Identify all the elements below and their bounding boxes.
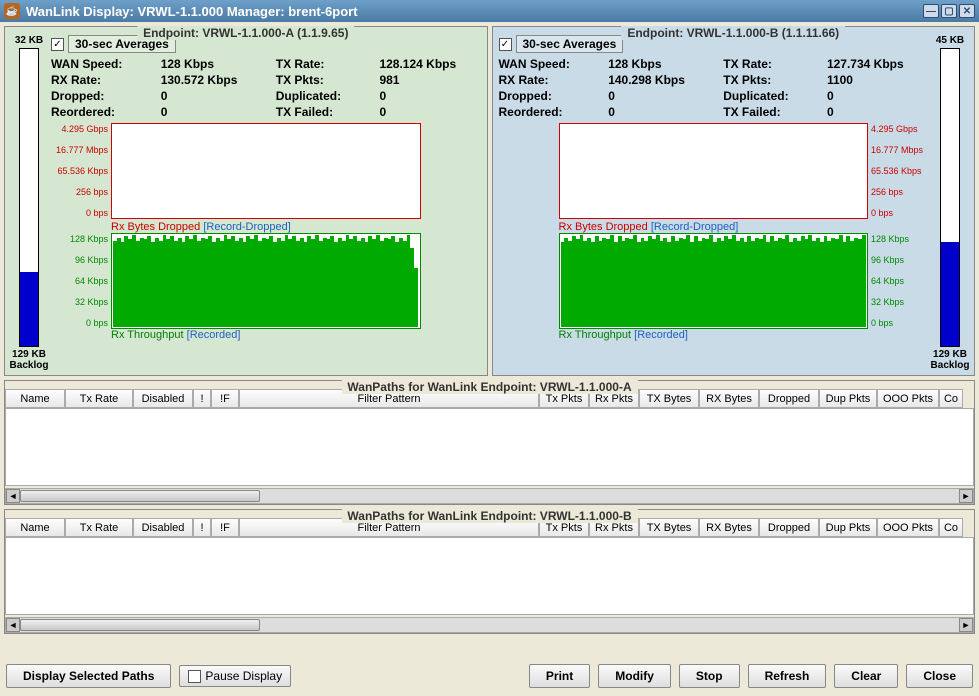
- backlog-column: 45 KB 129 KBBacklog: [932, 35, 968, 371]
- backlog-bar: [940, 48, 960, 347]
- wanpaths-title: WanPaths for WanLink Endpoint: VRWL-1.1.…: [341, 380, 637, 394]
- backlog-top-label: 45 KB: [936, 35, 964, 46]
- col-tx-bytes[interactable]: TX Bytes: [639, 389, 699, 408]
- col-co[interactable]: Co: [939, 389, 963, 408]
- print-button[interactable]: Print: [529, 664, 590, 688]
- avg-checkbox[interactable]: ✓: [51, 38, 64, 51]
- endpoint-title: Endpoint: VRWL-1.1.000-B (1.1.11.66): [621, 26, 845, 40]
- col--f[interactable]: !F: [211, 518, 239, 537]
- close-window-button[interactable]: ✕: [959, 4, 975, 18]
- wanpaths-panel-0: WanPaths for WanLink Endpoint: VRWL-1.1.…: [4, 380, 975, 505]
- col-dropped[interactable]: Dropped: [759, 518, 819, 537]
- close-button[interactable]: Close: [906, 664, 973, 688]
- col-dup-pkts[interactable]: Dup Pkts: [819, 518, 877, 537]
- col-disabled[interactable]: Disabled: [133, 518, 193, 537]
- minimize-button[interactable]: —: [923, 4, 939, 18]
- titlebar: ☕ WanLink Display: VRWL-1.1.000 Manager:…: [0, 0, 979, 22]
- stats-grid: WAN Speed:128 Kbps TX Rate:127.734 Kbps …: [499, 57, 929, 119]
- backlog-top-label: 32 KB: [15, 35, 43, 46]
- drop-caption: Rx Bytes Dropped: [559, 221, 648, 233]
- rx-dropped-chart: 4.295 Gbps16.777 Mbps65.536 Kbps256 bps0…: [559, 123, 869, 219]
- wanpaths-panel-1: WanPaths for WanLink Endpoint: VRWL-1.1.…: [4, 509, 975, 634]
- drop-record-link[interactable]: [Record-Dropped]: [203, 221, 290, 233]
- backlog-bottom-label: 129 KBBacklog: [10, 349, 49, 371]
- col-rx-bytes[interactable]: RX Bytes: [699, 389, 759, 408]
- display-selected-paths-button[interactable]: Display Selected Paths: [6, 664, 171, 688]
- refresh-button[interactable]: Refresh: [748, 664, 827, 688]
- col-name[interactable]: Name: [5, 518, 65, 537]
- col-tx-rate[interactable]: Tx Rate: [65, 518, 133, 537]
- table-body: [5, 538, 974, 615]
- endpoint-main: ✓ 30-sec Averages WAN Speed:128 Kbps TX …: [51, 35, 481, 371]
- col-tx-rate[interactable]: Tx Rate: [65, 389, 133, 408]
- col-tx-bytes[interactable]: TX Bytes: [639, 518, 699, 537]
- horizontal-scrollbar[interactable]: ◄►: [5, 488, 974, 504]
- horizontal-scrollbar[interactable]: ◄►: [5, 617, 974, 633]
- backlog-bottom-label: 129 KBBacklog: [931, 349, 970, 371]
- checkbox-icon: [188, 670, 201, 683]
- backlog-column: 32 KB 129 KBBacklog: [11, 35, 47, 371]
- wanpaths-title: WanPaths for WanLink Endpoint: VRWL-1.1.…: [341, 509, 637, 523]
- drop-record-link[interactable]: [Record-Dropped]: [651, 221, 738, 233]
- col--[interactable]: !: [193, 518, 211, 537]
- java-icon: ☕: [4, 3, 20, 19]
- endpoint-title: Endpoint: VRWL-1.1.000-A (1.1.9.65): [137, 26, 354, 40]
- thru-caption: Rx Throughput: [111, 329, 184, 341]
- rx-throughput-chart: 128 Kbps96 Kbps64 Kbps32 Kbps0 bps: [111, 233, 421, 329]
- col-ooo-pkts[interactable]: OOO Pkts: [877, 518, 939, 537]
- clear-button[interactable]: Clear: [834, 664, 898, 688]
- endpoint-panel-a: Endpoint: VRWL-1.1.000-A (1.1.9.65) 32 KB…: [4, 26, 488, 376]
- stats-grid: WAN Speed:128 Kbps TX Rate:128.124 Kbps …: [51, 57, 481, 119]
- thru-record-link[interactable]: [Recorded]: [634, 329, 688, 341]
- col-co[interactable]: Co: [939, 518, 963, 537]
- bottom-toolbar: Display Selected Paths Pause Display Pri…: [4, 660, 975, 692]
- col--f[interactable]: !F: [211, 389, 239, 408]
- modify-button[interactable]: Modify: [598, 664, 671, 688]
- backlog-bar: [19, 48, 39, 347]
- endpoint-panel-b: Endpoint: VRWL-1.1.000-B (1.1.11.66) ✓ 3…: [492, 26, 976, 376]
- drop-caption: Rx Bytes Dropped: [111, 221, 200, 233]
- col--[interactable]: !: [193, 389, 211, 408]
- col-rx-bytes[interactable]: RX Bytes: [699, 518, 759, 537]
- rx-dropped-chart: 4.295 Gbps16.777 Mbps65.536 Kbps256 bps0…: [111, 123, 421, 219]
- col-disabled[interactable]: Disabled: [133, 389, 193, 408]
- stop-button[interactable]: Stop: [679, 664, 740, 688]
- thru-caption: Rx Throughput: [559, 329, 632, 341]
- thru-record-link[interactable]: [Recorded]: [187, 329, 241, 341]
- table-body: [5, 409, 974, 486]
- avg-label: 30-sec Averages: [516, 35, 624, 53]
- pause-display-checkbox[interactable]: Pause Display: [179, 665, 291, 687]
- col-ooo-pkts[interactable]: OOO Pkts: [877, 389, 939, 408]
- avg-checkbox[interactable]: ✓: [499, 38, 512, 51]
- col-dup-pkts[interactable]: Dup Pkts: [819, 389, 877, 408]
- maximize-button[interactable]: ▢: [941, 4, 957, 18]
- col-name[interactable]: Name: [5, 389, 65, 408]
- rx-throughput-chart: 128 Kbps96 Kbps64 Kbps32 Kbps0 bps: [559, 233, 869, 329]
- endpoint-main: ✓ 30-sec Averages WAN Speed:128 Kbps TX …: [499, 35, 929, 371]
- window-title: WanLink Display: VRWL-1.1.000 Manager: b…: [26, 4, 358, 19]
- col-dropped[interactable]: Dropped: [759, 389, 819, 408]
